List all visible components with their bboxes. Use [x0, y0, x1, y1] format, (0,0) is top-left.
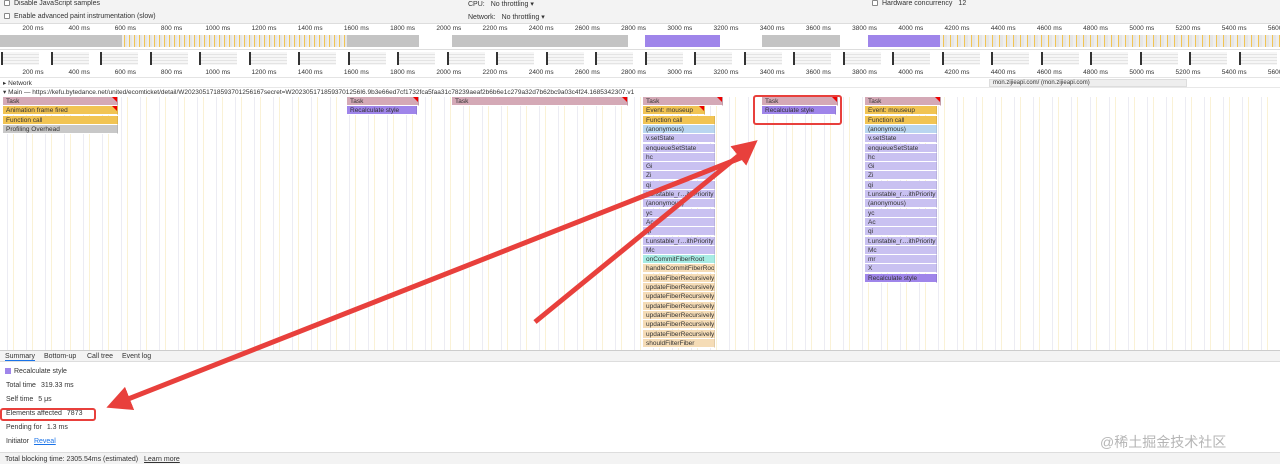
arrow-to-recalculate-style: [533, 140, 758, 324]
arrow-to-elements-affected: [106, 152, 749, 411]
annotation-arrows: [106, 140, 758, 411]
